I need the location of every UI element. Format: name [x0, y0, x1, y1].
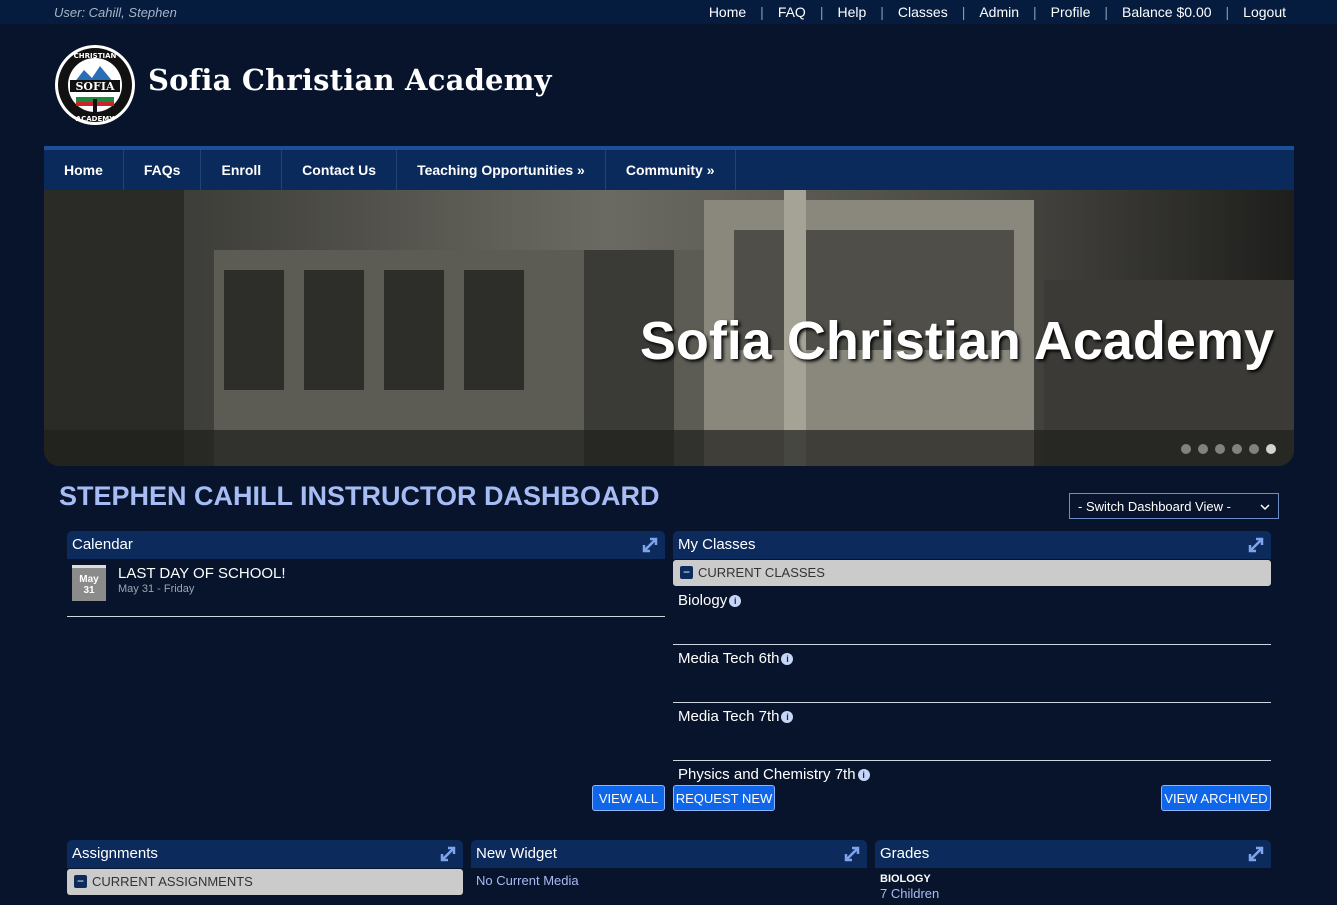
- current-assignments-label: CURRENT ASSIGNMENTS: [92, 874, 253, 889]
- hero-banner: Sofia Christian Academy: [44, 190, 1294, 466]
- calendar-event-date: May 31 - Friday: [118, 583, 195, 595]
- carousel-dot[interactable]: [1215, 444, 1225, 454]
- assignments-widget-header: Assignments: [67, 840, 463, 868]
- assignments-widget-title: Assignments: [72, 845, 158, 862]
- view-all-button[interactable]: VIEW ALL: [592, 785, 665, 811]
- class-row[interactable]: Media Tech 6th i: [673, 645, 1271, 703]
- class-row[interactable]: Physics and Chemistry 7th i: [673, 761, 1271, 783]
- expand-icon[interactable]: [439, 845, 457, 863]
- no-media-message: No Current Media: [476, 873, 579, 888]
- expand-icon[interactable]: [641, 536, 659, 554]
- new-widget-title: New Widget: [476, 845, 557, 862]
- current-assignments-section[interactable]: − CURRENT ASSIGNMENTS: [67, 869, 463, 895]
- view-archived-button[interactable]: VIEW ARCHIVED: [1161, 785, 1271, 811]
- info-icon[interactable]: i: [781, 653, 794, 666]
- dashboard-title: STEPHEN CAHILL INSTRUCTOR DASHBOARD: [59, 481, 660, 511]
- info-icon[interactable]: i: [781, 711, 794, 724]
- hero-title: Sofia Christian Academy: [639, 311, 1274, 371]
- info-icon[interactable]: i: [857, 769, 870, 782]
- class-name[interactable]: Physics and Chemistry 7th: [678, 766, 856, 783]
- request-new-button[interactable]: REQUEST NEW: [673, 785, 775, 811]
- carousel-dot[interactable]: [1198, 444, 1208, 454]
- calendar-event-title: LAST DAY OF SCHOOL!: [118, 565, 286, 582]
- carousel-dot[interactable]: [1249, 444, 1259, 454]
- svg-text:SOFIA: SOFIA: [75, 80, 114, 93]
- current-user-label: User: Cahill, Stephen: [54, 5, 177, 20]
- class-row[interactable]: Media Tech 7th i: [673, 703, 1271, 761]
- top-link-help[interactable]: Help: [837, 4, 866, 20]
- expand-icon[interactable]: [843, 845, 861, 863]
- class-name[interactable]: Media Tech 6th: [678, 650, 779, 667]
- calendar-widget-title: Calendar: [72, 536, 133, 553]
- grades-widget-title: Grades: [880, 845, 930, 862]
- top-link-logout[interactable]: Logout: [1243, 4, 1286, 20]
- calendar-date-badge: May 31: [72, 565, 106, 601]
- dashboard-view-select[interactable]: - Switch Dashboard View -: [1069, 493, 1279, 519]
- top-utility-bar: User: Cahill, Stephen Home | FAQ | Help | C…: [0, 0, 1337, 24]
- nav-item-contact-us[interactable]: Contact Us: [282, 150, 398, 190]
- carousel-dots: [1181, 444, 1276, 454]
- nav-item-teaching-opportunities[interactable]: Teaching Opportunities »: [397, 150, 606, 190]
- expand-icon[interactable]: [1247, 845, 1265, 863]
- class-row[interactable]: Biology i: [673, 587, 1271, 645]
- nav-item-enroll[interactable]: Enroll: [201, 150, 283, 190]
- top-link-home[interactable]: Home: [709, 4, 746, 20]
- svg-text:ACADEMY: ACADEMY: [76, 115, 116, 123]
- info-icon[interactable]: i: [729, 595, 742, 608]
- calendar-date-month: May: [79, 574, 99, 585]
- class-name[interactable]: Biology: [678, 592, 727, 609]
- calendar-divider: [67, 616, 665, 617]
- site-title[interactable]: Sofia Christian Academy: [148, 63, 552, 97]
- main-nav: Home FAQs Enroll Contact Us Teaching Opp…: [44, 146, 1294, 190]
- nav-item-faqs[interactable]: FAQs: [124, 150, 202, 190]
- nav-item-community[interactable]: Community »: [606, 150, 736, 190]
- top-link-admin[interactable]: Admin: [979, 4, 1019, 20]
- top-link-classes[interactable]: Classes: [898, 4, 948, 20]
- grades-class-name: BIOLOGY: [880, 873, 931, 885]
- minus-icon[interactable]: −: [74, 875, 87, 888]
- my-classes-widget-header: My Classes: [673, 531, 1271, 559]
- minus-icon[interactable]: −: [680, 566, 693, 579]
- top-links: Home | FAQ | Help | Classes | Admin | Profile…: [708, 4, 1286, 20]
- top-link-profile[interactable]: Profile: [1051, 4, 1091, 20]
- chevron-down-icon: [1260, 499, 1270, 514]
- grades-children-link[interactable]: 7 Children: [880, 886, 939, 901]
- svg-text:CHRISTIAN: CHRISTIAN: [74, 52, 117, 60]
- calendar-date-day: 31: [83, 585, 95, 596]
- expand-icon[interactable]: [1247, 536, 1265, 554]
- class-name[interactable]: Media Tech 7th: [678, 708, 779, 725]
- carousel-dot[interactable]: [1232, 444, 1242, 454]
- nav-item-home[interactable]: Home: [44, 150, 124, 190]
- current-classes-label: CURRENT CLASSES: [698, 565, 825, 580]
- top-link-balance[interactable]: Balance $0.00: [1122, 4, 1212, 20]
- carousel-dot-active[interactable]: [1266, 444, 1276, 454]
- carousel-dot[interactable]: [1181, 444, 1191, 454]
- my-classes-widget-title: My Classes: [678, 536, 756, 553]
- dashboard-view-select-label: - Switch Dashboard View -: [1078, 498, 1231, 514]
- calendar-event[interactable]: May 31 LAST DAY OF SCHOOL! May 31 - Frid…: [72, 565, 632, 605]
- school-logo[interactable]: CHRISTIAN SOFIA ACADEMY: [54, 44, 136, 126]
- grades-widget-header: Grades: [875, 840, 1271, 868]
- top-link-faq[interactable]: FAQ: [778, 4, 806, 20]
- new-widget-header: New Widget: [471, 840, 867, 868]
- current-classes-section[interactable]: − CURRENT CLASSES: [673, 560, 1271, 586]
- calendar-widget-header: Calendar: [67, 531, 665, 559]
